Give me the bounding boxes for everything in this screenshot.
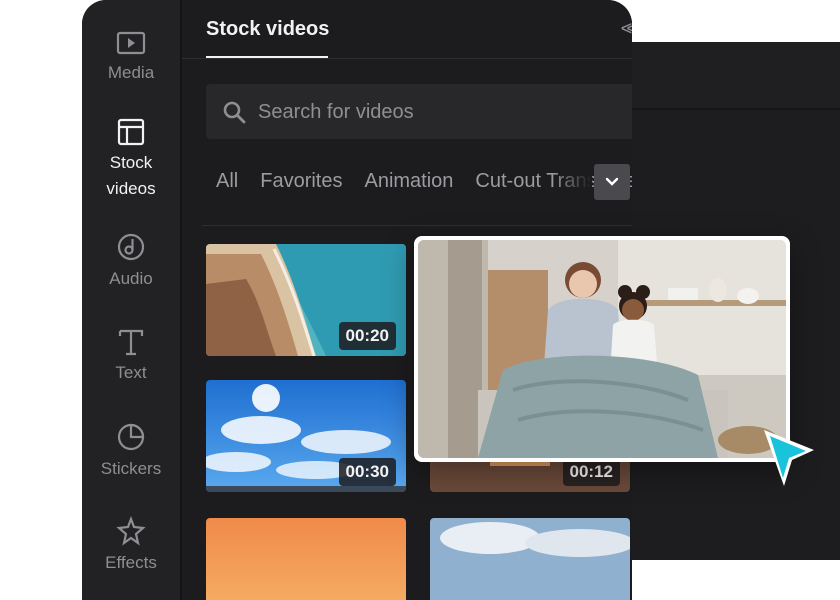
collapse-panel-icon[interactable]: << [621,18,632,41]
category-animation[interactable]: Animation [364,170,453,193]
sidebar-item-label: Stock videos [106,153,156,198]
video-preview-popup[interactable] [414,236,790,462]
video-thumbnail-cloudy-sky[interactable] [430,518,630,600]
category-all[interactable]: All [216,170,238,193]
text-icon [118,329,144,356]
cursor-arrow-icon [764,430,814,486]
sidebar-item-stock-videos[interactable]: Stock videos [82,118,180,202]
sidebar-item-stickers[interactable]: Stickers [82,422,180,482]
cloudy-sky-image [430,518,630,600]
tab-stock-videos[interactable]: Stock videos [206,18,329,41]
category-fade [552,160,592,204]
sidebar-item-media[interactable]: Media [82,30,180,86]
sidebar-item-label: Stickers [100,459,162,478]
search-icon [223,101,246,124]
sidebar: Media Stock videos Audio Text Stickers E… [82,0,182,600]
orange-sky-image [206,518,406,600]
header-divider [182,58,632,59]
video-duration-badge: 00:20 [338,322,396,350]
filter-divider [202,225,632,226]
chevron-down-icon [605,177,619,186]
video-thumbnail-beach[interactable]: 00:20 [206,244,406,356]
video-thumbnail-sky[interactable]: 00:30 [206,380,406,492]
video-duration-badge: 00:12 [562,458,620,486]
background-toolbar [600,42,840,110]
media-icon [116,31,146,55]
category-favorites[interactable]: Favorites [260,170,342,193]
video-thumbnail-orange-sky[interactable] [206,518,406,600]
video-duration-badge: 00:30 [338,458,396,486]
stickers-icon [117,423,145,451]
sidebar-item-label: Media [107,63,155,82]
sidebar-item-audio[interactable]: Audio [82,232,180,292]
search-input[interactable] [256,84,630,141]
sidebar-item-label: Effects [105,553,157,572]
sidebar-item-label: Text [115,363,147,382]
audio-icon [117,233,145,261]
sidebar-item-text[interactable]: Text [82,328,180,386]
search-box[interactable] [206,84,632,141]
effects-icon [116,516,146,546]
category-dropdown-button[interactable] [594,164,630,200]
sidebar-item-effects[interactable]: Effects [82,516,180,576]
sidebar-item-label: Audio [109,269,153,288]
stock-videos-icon [117,118,145,146]
mother-daughter-reading-image [418,240,786,458]
